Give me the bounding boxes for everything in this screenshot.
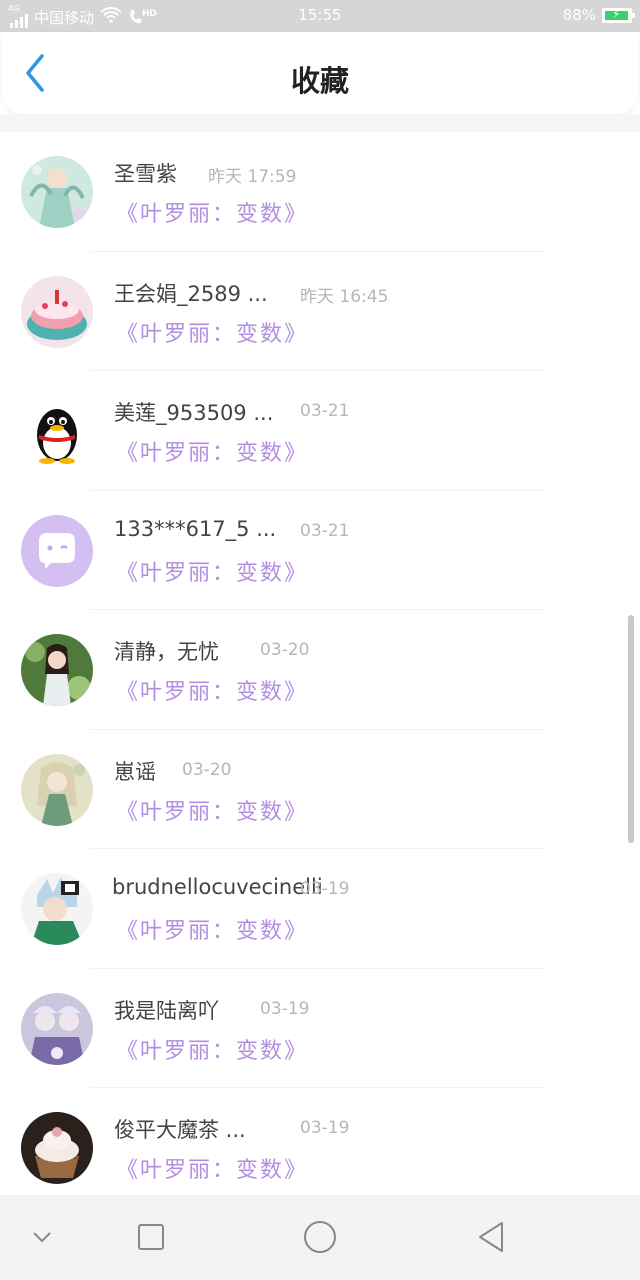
square-recents-icon bbox=[138, 1224, 164, 1250]
recents-button[interactable] bbox=[129, 1215, 173, 1259]
favorite-item[interactable]: 王会娟_2589 ... 昨天 16:45 《叶罗丽：变数》 bbox=[0, 252, 640, 371]
user-name: 崽谣 bbox=[114, 759, 156, 784]
favorite-item[interactable]: 圣雪紫 昨天 17:59 《叶罗丽：变数》 bbox=[0, 132, 640, 252]
favorite-item[interactable]: 我是陆离吖 03-19 《叶罗丽：变数》 bbox=[0, 969, 640, 1088]
home-button[interactable] bbox=[298, 1215, 342, 1259]
user-name: 俊平大魔茶 ... bbox=[114, 1118, 246, 1142]
favorite-item[interactable]: brudnellocuvecinelli 03-19 《叶罗丽：变数》 bbox=[0, 849, 640, 969]
favorite-item[interactable]: 133***617_5 ... 03-21 《叶罗丽：变数》 bbox=[0, 491, 640, 610]
avatar[interactable] bbox=[21, 1112, 93, 1184]
triangle-back-icon bbox=[479, 1222, 503, 1252]
user-name: 清静，无忧 bbox=[114, 640, 219, 664]
battery-percent: 88% bbox=[562, 6, 596, 24]
header-separator bbox=[0, 114, 640, 132]
avatar[interactable] bbox=[21, 634, 93, 706]
favorites-list: 圣雪紫 昨天 17:59 《叶罗丽：变数》 王会娟_2589 ... 昨天 16… bbox=[0, 132, 640, 1195]
favorite-time: 03-19 bbox=[260, 998, 310, 1019]
circle-home-icon bbox=[304, 1221, 336, 1253]
favorite-time: 03-19 bbox=[300, 1118, 350, 1138]
work-title-link[interactable]: 《叶罗丽：变数》 bbox=[116, 316, 308, 348]
status-time: 15:55 bbox=[298, 6, 342, 24]
favorite-item[interactable]: 美莲_953509 ... 03-21 《叶罗丽：变数》 bbox=[0, 371, 640, 491]
user-name: 133***617_5 ... bbox=[114, 516, 277, 541]
work-title-link[interactable]: 《叶罗丽：变数》 bbox=[116, 1152, 308, 1184]
user-name: 圣雪紫 bbox=[114, 162, 177, 186]
favorite-time: 昨天 16:45 bbox=[300, 286, 389, 307]
user-name: 我是陆离吖 bbox=[114, 998, 219, 1023]
work-title-link[interactable]: 《叶罗丽：变数》 bbox=[116, 196, 308, 228]
avatar[interactable] bbox=[21, 514, 93, 587]
scrollbar[interactable] bbox=[628, 615, 634, 843]
app-header: 收藏 bbox=[2, 32, 638, 114]
work-title-link[interactable]: 《叶罗丽：变数》 bbox=[116, 913, 308, 945]
favorite-time: 03-19 bbox=[300, 879, 350, 899]
system-nav-bar bbox=[0, 1195, 640, 1280]
favorite-item[interactable]: 清静，无忧 03-20 《叶罗丽：变数》 bbox=[0, 610, 640, 730]
work-title-link[interactable]: 《叶罗丽：变数》 bbox=[116, 435, 308, 467]
avatar[interactable] bbox=[21, 156, 93, 228]
work-title-link[interactable]: 《叶罗丽：变数》 bbox=[116, 1033, 308, 1065]
favorite-time: 03-21 bbox=[300, 520, 350, 541]
user-name: 美莲_953509 ... bbox=[114, 401, 274, 425]
user-name: brudnellocuvecinelli bbox=[112, 875, 323, 899]
back-nav-button[interactable] bbox=[470, 1215, 514, 1259]
avatar[interactable] bbox=[21, 753, 93, 826]
battery-charging-icon: ⚡ bbox=[602, 7, 635, 23]
avatar[interactable] bbox=[21, 873, 93, 945]
page-title: 收藏 bbox=[290, 64, 349, 98]
work-title-link[interactable]: 《叶罗丽：变数》 bbox=[116, 555, 308, 587]
favorite-time: 03-21 bbox=[300, 401, 350, 421]
avatar[interactable] bbox=[21, 275, 93, 348]
chevron-down-icon bbox=[33, 1232, 51, 1243]
hide-nav-button[interactable] bbox=[20, 1215, 64, 1259]
work-title-link[interactable]: 《叶罗丽：变数》 bbox=[116, 674, 308, 706]
favorite-item[interactable]: 俊平大魔茶 ... 03-19 《叶罗丽：变数》 bbox=[0, 1088, 640, 1195]
avatar[interactable] bbox=[21, 395, 93, 467]
favorite-time: 昨天 17:59 bbox=[208, 167, 297, 187]
status-bar: 4G 中国移动 HD 15:55 88% ⚡ bbox=[0, 0, 640, 32]
status-bar-right: 88% ⚡ bbox=[562, 6, 635, 24]
favorite-time: 03-20 bbox=[260, 640, 310, 660]
favorite-item[interactable]: 崽谣 03-20 《叶罗丽：变数》 bbox=[0, 730, 640, 849]
work-title-link[interactable]: 《叶罗丽：变数》 bbox=[116, 794, 308, 826]
avatar[interactable] bbox=[21, 992, 93, 1065]
user-name: 王会娟_2589 ... bbox=[114, 281, 268, 306]
favorite-time: 03-20 bbox=[182, 759, 232, 780]
